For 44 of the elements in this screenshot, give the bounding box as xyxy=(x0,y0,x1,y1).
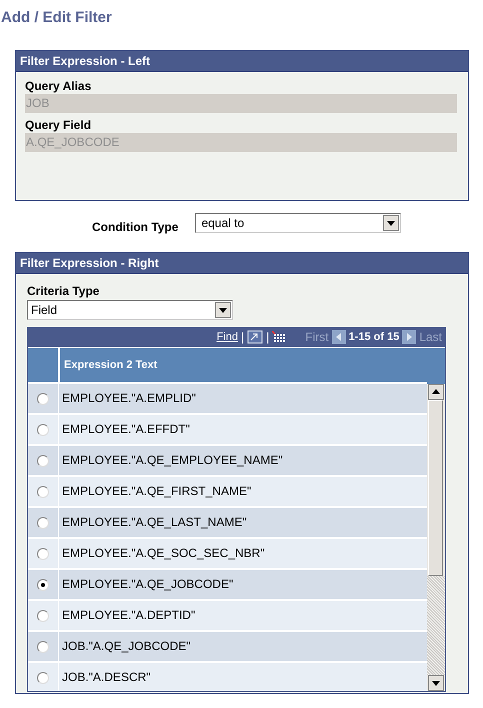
table-cell-text: EMPLOYEE."A.QE_FIRST_NAME" xyxy=(61,483,252,500)
panel-title: Filter Expression - Left xyxy=(16,51,468,72)
row-count: 1-15 of 15 xyxy=(348,331,400,343)
radio-button[interactable] xyxy=(37,454,49,466)
scroll-thumb[interactable] xyxy=(428,400,443,576)
scroll-down-icon[interactable] xyxy=(428,675,444,691)
table-cell-text: JOB."A.QE_JOBCODE" xyxy=(61,638,192,655)
table-cell-text: EMPLOYEE."A.QE_SOC_SEC_NBR" xyxy=(61,545,266,562)
table-cell-text: EMPLOYEE."A.QE_JOBCODE" xyxy=(61,576,234,593)
separator: | xyxy=(266,330,270,344)
table-cell-text: EMPLOYEE."A.EFFDT" xyxy=(61,421,191,438)
radio-button[interactable] xyxy=(37,424,49,436)
radio-button[interactable] xyxy=(37,392,49,404)
radio-button[interactable] xyxy=(37,578,49,590)
radio-button[interactable] xyxy=(37,640,49,652)
condition-dropdown[interactable]: equal to xyxy=(195,213,402,233)
grid-icon[interactable] xyxy=(272,330,286,344)
scrollbar[interactable] xyxy=(427,384,445,691)
field-label: Query Alias xyxy=(25,78,92,94)
table-cell-text: EMPLOYEE."A.DEPTID" xyxy=(61,607,196,624)
criteria-dropdown[interactable]: Field xyxy=(27,300,233,320)
view-all-icon[interactable] xyxy=(247,330,264,344)
table-cell-text: JOB."A.DESCR" xyxy=(61,669,152,686)
find-link[interactable]: Find xyxy=(216,331,238,343)
previous-icon[interactable] xyxy=(332,330,346,344)
page-title: Add / Edit Filter xyxy=(0,8,113,28)
scroll-up-icon[interactable] xyxy=(428,384,444,400)
table-cell-text: EMPLOYEE."A.EMPLID" xyxy=(61,390,197,407)
readonly-field: A.QE_JOBCODE xyxy=(25,133,457,152)
radio-button[interactable] xyxy=(37,516,49,528)
radio-button[interactable] xyxy=(37,548,49,560)
field-label: Query Field xyxy=(25,117,92,133)
table-cell-text: EMPLOYEE."A.QE_LAST_NAME" xyxy=(61,514,248,531)
table-cell-text: EMPLOYEE."A.QE_EMPLOYEE_NAME" xyxy=(61,452,284,469)
readonly-field: JOB xyxy=(25,94,457,113)
panel-title: Filter Expression - Right xyxy=(16,253,468,274)
field-label: Condition Type xyxy=(92,218,178,234)
separator: | xyxy=(240,330,244,344)
radio-button[interactable] xyxy=(37,672,49,684)
column-header: Expression 2 Text xyxy=(63,358,158,373)
radio-button[interactable] xyxy=(37,486,49,498)
next-icon[interactable] xyxy=(402,330,416,344)
field-label: Criteria Type xyxy=(27,283,100,299)
radio-button[interactable] xyxy=(37,610,49,622)
